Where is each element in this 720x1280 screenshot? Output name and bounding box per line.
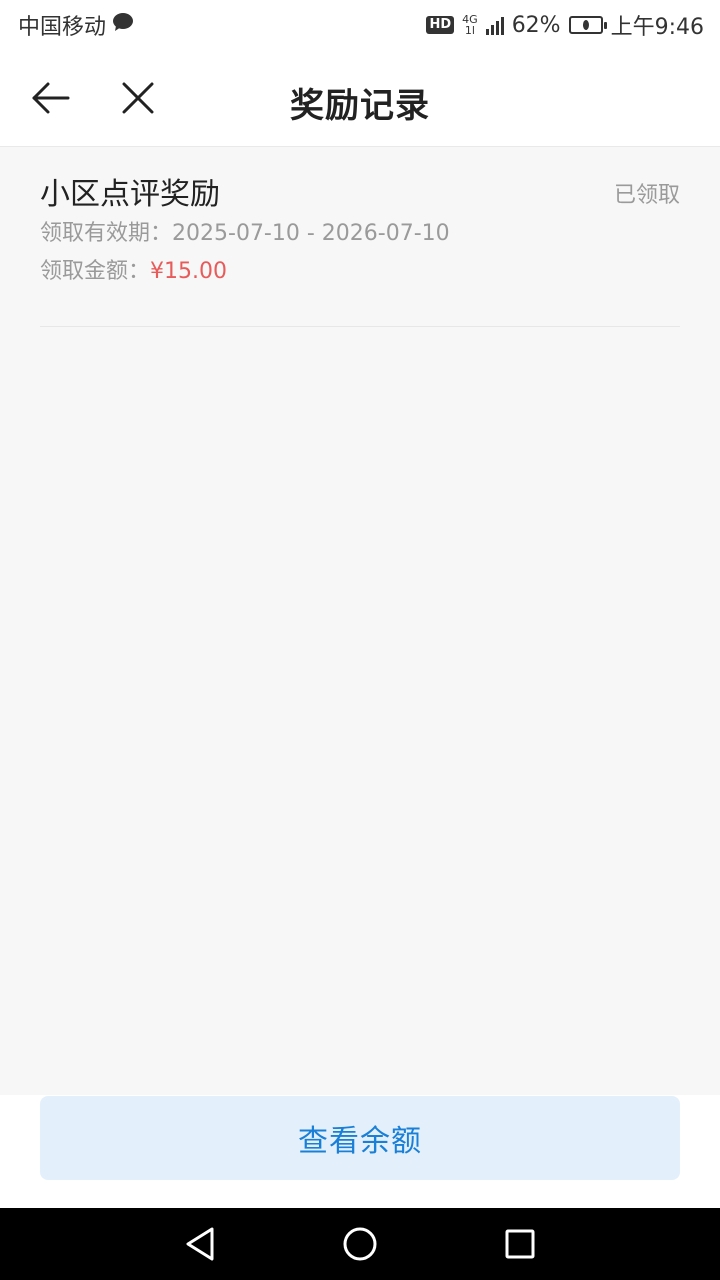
status-left: 中国移动 (18, 9, 134, 41)
validity-label: 领取有效期： (40, 221, 173, 246)
status-bar: 中国移动 HD 4G 1l 62% 上午9:46 (0, 0, 720, 50)
network-type: 4G 1l (462, 13, 478, 37)
view-balance-button[interactable]: 查看余额 (40, 1096, 680, 1180)
carrier-name: 中国移动 (18, 15, 107, 40)
triangle-back-icon (186, 1227, 214, 1261)
system-back-button[interactable] (180, 1224, 220, 1264)
square-recents-icon (505, 1229, 535, 1259)
top-navigation-bar: 奖励记录 (0, 50, 720, 147)
battery-percent: 62% (511, 12, 561, 38)
status-right: HD 4G 1l 62% 上午9:46 (426, 9, 704, 41)
system-navigation-bar (0, 1208, 720, 1280)
reward-record-list: 小区点评奖励 已领取 领取有效期：2025-07-10 - 2026-07-10… (0, 147, 720, 327)
circle-home-icon (343, 1227, 377, 1261)
amount-label: 领取金额： (40, 259, 151, 284)
hd-badge: HD (426, 16, 455, 34)
signal-icon (485, 15, 504, 35)
record-title: 小区点评奖励 (40, 177, 220, 212)
battery-icon (568, 16, 607, 34)
validity-period: 领取有效期：2025-07-10 - 2026-07-10 (40, 215, 680, 253)
chat-notification-icon (112, 12, 134, 38)
system-home-button[interactable] (340, 1224, 380, 1264)
system-recents-button[interactable] (500, 1224, 540, 1264)
amount-value: ¥15.00 (150, 259, 227, 284)
validity-value: 2025-07-10 - 2026-07-10 (172, 221, 450, 246)
record-status: 已领取 (613, 183, 680, 208)
reward-record-item[interactable]: 小区点评奖励 已领取 领取有效期：2025-07-10 - 2026-07-10… (40, 147, 680, 327)
page-title: 奖励记录 (290, 86, 430, 126)
claimed-amount: 领取金额：¥15.00 (40, 253, 680, 291)
bottom-action-area: 查看余额 (0, 1095, 720, 1208)
clock: 上午9:46 (610, 15, 704, 40)
